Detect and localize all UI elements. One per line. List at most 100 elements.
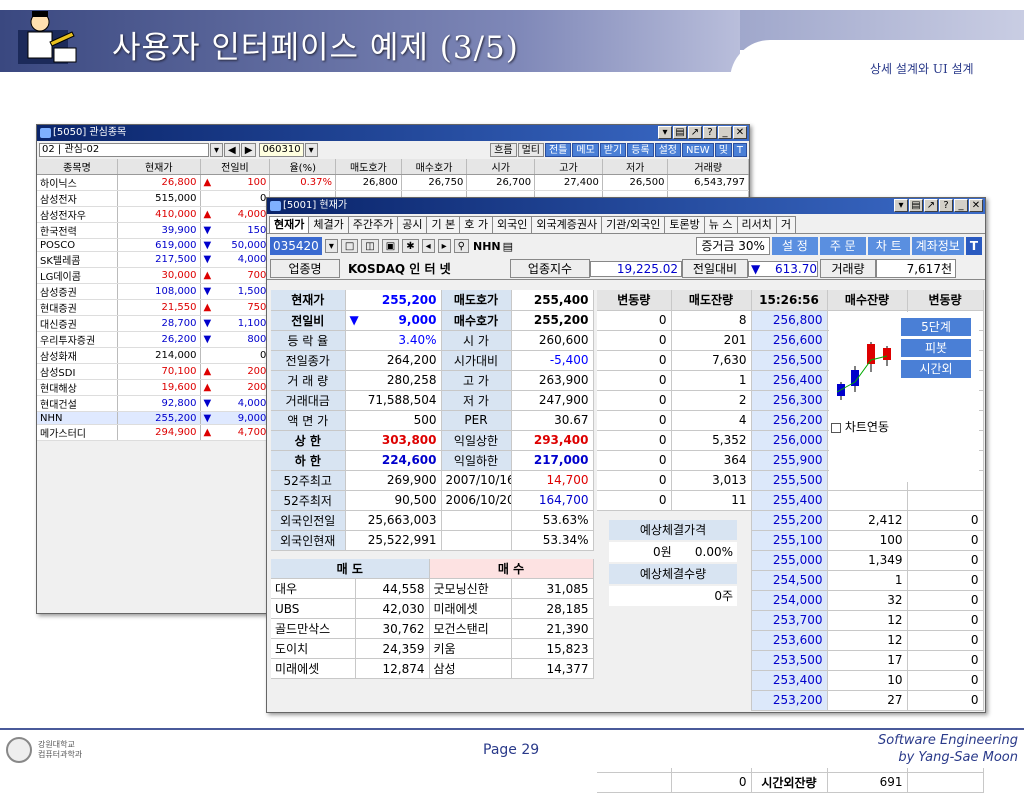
- settings-button[interactable]: 설정: [654, 143, 681, 157]
- link-icon[interactable]: ↗: [688, 126, 702, 139]
- cart-icon[interactable]: ▾: [894, 199, 908, 212]
- order-button[interactable]: 주 문: [819, 237, 866, 255]
- info-value2: 14,700: [511, 470, 594, 491]
- bid-price: 254,000: [751, 590, 828, 611]
- ask-price: 256,200: [751, 410, 828, 431]
- university-seal-icon: [6, 737, 32, 763]
- tab-3[interactable]: 공시: [397, 216, 428, 233]
- account-button[interactable]: 계좌정보: [911, 237, 964, 255]
- bid-change: 0: [907, 550, 984, 571]
- chart-button[interactable]: 차 트: [867, 237, 910, 255]
- symbol-bar: 035420 ▾ □ ◫ ▣ ✱ ◂ ▸ ⚲ NHN ▤ 증거금 30% 설 정…: [267, 234, 985, 258]
- after-hours-button[interactable]: 시간외: [901, 360, 971, 378]
- box-icon[interactable]: □: [340, 239, 359, 253]
- tab-2[interactable]: 주간주가: [347, 216, 399, 233]
- info-row: 거 래 량 280,258 고 가 263,900: [271, 370, 594, 391]
- setup-button[interactable]: 설 정: [771, 237, 818, 255]
- info-value2: 263,900: [511, 370, 594, 391]
- prev-icon[interactable]: ◀: [224, 143, 240, 157]
- memo-icon[interactable]: ▤: [503, 240, 513, 253]
- five-level-button[interactable]: 5단계: [901, 318, 971, 336]
- department-name: 컴퓨터과학과: [38, 750, 83, 759]
- ask-row[interactable]: 0 11 255,400: [597, 490, 984, 511]
- multi-button[interactable]: 멀티: [517, 143, 544, 157]
- group-select[interactable]: 02 | 관심-02: [39, 143, 209, 157]
- dropdown-icon[interactable]: ▾: [324, 239, 338, 253]
- bid-qty: 100: [827, 530, 908, 551]
- dropdown-icon[interactable]: ▾: [210, 143, 224, 157]
- help-icon[interactable]: ?: [703, 126, 717, 139]
- register-button[interactable]: 등록: [627, 143, 654, 157]
- window-small-icon[interactable]: ▣: [381, 239, 400, 253]
- info-row: 액 면 가 500 PER 30.67: [271, 410, 594, 431]
- star-icon[interactable]: ✱: [402, 239, 419, 253]
- cart-icon[interactable]: ▾: [658, 126, 672, 139]
- page-number: Page 29: [483, 742, 540, 758]
- next-icon[interactable]: ▶: [240, 143, 257, 157]
- ask-price: 256,300: [751, 390, 828, 411]
- broker-row: 골드만삭스 30,762 모건스탠리 21,390: [271, 618, 594, 639]
- cell-value: 50,000: [231, 239, 267, 251]
- minimize-icon[interactable]: _: [718, 126, 732, 139]
- tab-7[interactable]: 외국계증권사: [531, 216, 603, 233]
- ask-change: 0: [597, 450, 672, 471]
- col-button[interactable]: 전틀: [544, 143, 572, 157]
- pivot-button[interactable]: 피봇: [901, 339, 971, 357]
- close-icon[interactable]: ✕: [733, 126, 747, 139]
- tab-0[interactable]: 현재가: [269, 216, 310, 233]
- info-value2: 53.34%: [511, 530, 594, 551]
- symbol-code[interactable]: 035420: [270, 237, 322, 255]
- bid-qty: 12: [827, 610, 908, 631]
- t-button[interactable]: T: [732, 143, 747, 157]
- memo-button[interactable]: 메모: [572, 143, 599, 157]
- column-header: 매도호가: [335, 159, 402, 175]
- close-icon[interactable]: ✕: [969, 199, 983, 212]
- tab-12[interactable]: 거: [775, 216, 797, 233]
- and-button[interactable]: 및: [714, 143, 732, 157]
- buy-header: 매 수: [429, 558, 594, 579]
- date-dropdown-icon[interactable]: ▾: [304, 143, 318, 157]
- bid-change: 0: [907, 670, 984, 691]
- copy-icon[interactable]: ▤: [673, 126, 687, 139]
- checkbox-icon[interactable]: [831, 422, 841, 433]
- right-icon[interactable]: ▸: [437, 239, 451, 253]
- tab-8[interactable]: 기관/외국인: [601, 216, 666, 233]
- broker-row: 도이치 24,359 키움 15,823: [271, 638, 594, 659]
- flow-button[interactable]: 흐름: [490, 143, 517, 157]
- cell-name: NHN: [37, 411, 118, 425]
- cell-price: 19,600: [117, 379, 201, 396]
- volume-value: 7,617천: [876, 259, 956, 278]
- after-buy-qty: 691: [827, 772, 908, 793]
- sector-label: 업종명: [270, 259, 340, 278]
- left-icon[interactable]: ◂: [421, 239, 435, 253]
- copy-icon[interactable]: ▤: [909, 199, 923, 212]
- date-field[interactable]: 060310: [259, 143, 304, 157]
- watchlist-titlebar[interactable]: [5050] 관심종목 ▾ ▤ ↗ ? _ ✕: [37, 125, 749, 141]
- column-header: 율(%): [269, 159, 337, 175]
- tab-10[interactable]: 뉴 스: [703, 216, 738, 233]
- tab-4[interactable]: 기 본: [426, 216, 461, 233]
- new-button[interactable]: NEW: [682, 143, 714, 157]
- tab-5[interactable]: 호 가: [459, 216, 493, 233]
- ask-price: 256,000: [751, 430, 828, 451]
- quote-titlebar[interactable]: [5001] 현재가 ▾ ▤ ↗ ? _ ✕: [267, 198, 985, 214]
- watchlist-toolbar: 02 | 관심-02 ▾ ◀ ▶ 060310 ▾ 흐름 멀티 전틀 메모 받기…: [37, 141, 749, 159]
- t-button[interactable]: T: [965, 237, 982, 255]
- tab-9[interactable]: 토론방: [664, 216, 705, 233]
- cell-name: 현대건설: [37, 395, 118, 412]
- minimize-icon[interactable]: _: [954, 199, 968, 212]
- chart-link-checkbox[interactable]: 차트연동: [831, 418, 889, 435]
- bid-change: 0: [907, 590, 984, 611]
- tab-6[interactable]: 외국인: [491, 216, 533, 233]
- receive-button[interactable]: 받기: [599, 143, 627, 157]
- down-arrow-icon: ▼: [203, 398, 212, 409]
- sell-broker: 미래에셋: [271, 658, 356, 679]
- tab-1[interactable]: 체결가: [308, 216, 349, 233]
- chat-icon[interactable]: ◫: [361, 239, 379, 253]
- link-icon[interactable]: ↗: [924, 199, 938, 212]
- table-row[interactable]: 하이닉스 26,800 ▲ 100 0.37% 26,800 26,750 26,700 27,…: [37, 174, 749, 191]
- help-icon[interactable]: ?: [939, 199, 953, 212]
- tab-11[interactable]: 리서치: [736, 216, 777, 233]
- search-icon[interactable]: ⚲: [453, 239, 469, 253]
- up-arrow-icon: ▲: [203, 177, 212, 188]
